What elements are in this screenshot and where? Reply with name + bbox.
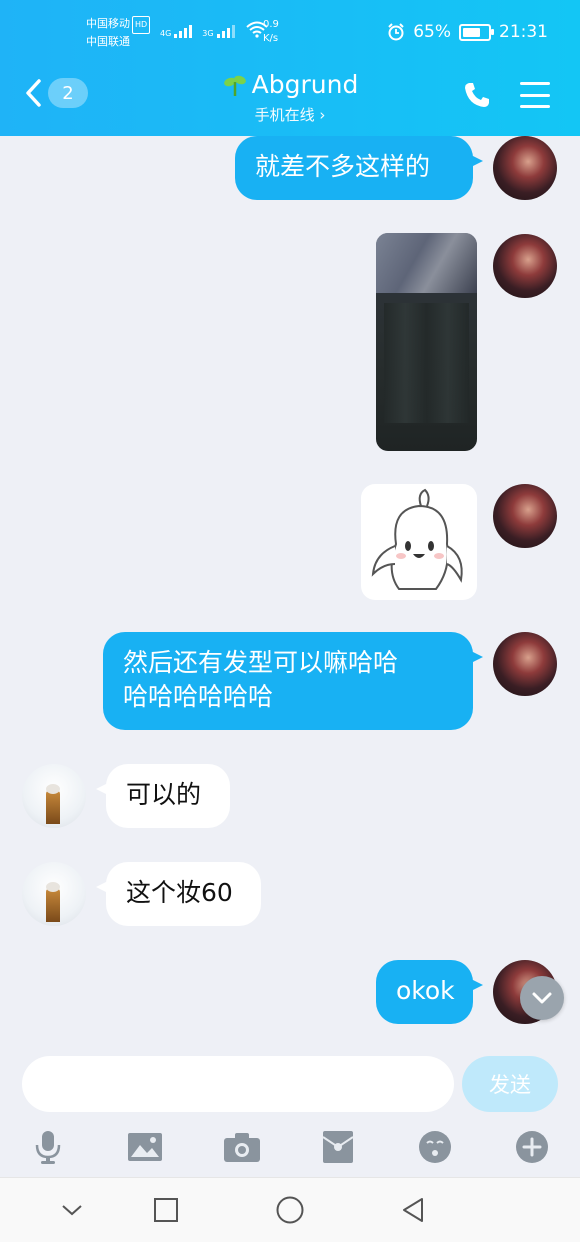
message-list[interactable]: 就差不多这样的 然后还有发型可以嘛哈哈 哈哈哈哈哈哈 可以的 这个妆60 oko… xyxy=(0,136,580,1041)
bunny-sticker-icon xyxy=(371,488,463,590)
triangle-back-icon xyxy=(403,1198,423,1222)
chevron-down-icon xyxy=(62,1205,82,1216)
nav-recents-button[interactable] xyxy=(150,1194,182,1226)
emoji-icon[interactable] xyxy=(415,1127,455,1167)
camera-icon[interactable] xyxy=(222,1127,262,1167)
signal-4g-icon: 4G xyxy=(160,25,193,38)
message-bubble-incoming[interactable]: 这个妆60 xyxy=(96,862,261,926)
online-status: 手机在线 › xyxy=(254,105,326,124)
alarm-icon xyxy=(388,23,404,41)
message-bubble-outgoing[interactable]: okok xyxy=(376,960,483,1024)
carrier-1: 中国移动 xyxy=(86,17,130,30)
white-bunny-sticker[interactable] xyxy=(361,484,477,600)
red-packet-icon[interactable] xyxy=(318,1127,358,1167)
nav-collapse-button[interactable] xyxy=(56,1194,88,1226)
status-right: 65% 21:31 xyxy=(387,22,548,42)
nav-home-button[interactable] xyxy=(274,1194,306,1226)
phone-icon xyxy=(465,83,489,107)
carrier-info: 中国移动 HD 中国联通 xyxy=(86,16,151,50)
battery-percent: 65% xyxy=(413,22,451,42)
signal-indicators: 4G 3G xyxy=(160,20,269,38)
mic-icon[interactable] xyxy=(28,1127,68,1167)
contact-avatar[interactable] xyxy=(22,764,86,828)
my-avatar[interactable] xyxy=(493,632,557,696)
clock: 21:31 xyxy=(499,22,548,42)
plus-icon[interactable] xyxy=(512,1127,552,1167)
square-icon xyxy=(154,1198,178,1222)
sprout-icon xyxy=(223,75,246,96)
signal-3g-icon: 3G xyxy=(202,25,235,38)
input-row: 发送 xyxy=(0,1041,580,1121)
chat-header: 中国移动 HD 中国联通 4G 3G 0.9 K/s 65% 21:31 2 A… xyxy=(0,0,580,136)
network-speed: 0.9 K/s xyxy=(263,19,279,44)
circle-icon xyxy=(276,1196,304,1224)
image-icon[interactable] xyxy=(125,1127,165,1167)
hd-badge: HD xyxy=(132,16,151,34)
message-bubble-outgoing[interactable]: 就差不多这样的 xyxy=(235,136,483,200)
message-input[interactable] xyxy=(22,1056,454,1112)
call-button[interactable] xyxy=(462,80,492,110)
clothing-photo[interactable] xyxy=(376,233,477,451)
system-nav-bar xyxy=(0,1177,580,1242)
message-bubble-outgoing[interactable]: 然后还有发型可以嘛哈哈 哈哈哈哈哈哈 xyxy=(103,632,483,730)
my-avatar[interactable] xyxy=(493,234,557,298)
scroll-to-bottom-button[interactable] xyxy=(520,976,564,1020)
contact-name: Abgrund xyxy=(251,70,359,99)
input-toolbar xyxy=(0,1121,580,1177)
menu-button[interactable] xyxy=(520,82,550,108)
message-bubble-incoming[interactable]: 可以的 xyxy=(96,764,230,828)
carrier-2: 中国联通 xyxy=(86,35,130,48)
nav-back-button[interactable] xyxy=(397,1194,429,1226)
contact-avatar[interactable] xyxy=(22,862,86,926)
battery-icon xyxy=(459,23,494,41)
chevron-down-icon xyxy=(532,992,552,1004)
send-button[interactable]: 发送 xyxy=(462,1056,558,1112)
my-avatar[interactable] xyxy=(493,484,557,548)
status-bar: 中国移动 HD 中国联通 4G 3G 0.9 K/s 65% 21:31 xyxy=(0,14,580,54)
chat-title-area[interactable]: Abgrund 手机在线 › xyxy=(0,70,580,125)
my-avatar[interactable] xyxy=(493,136,557,200)
